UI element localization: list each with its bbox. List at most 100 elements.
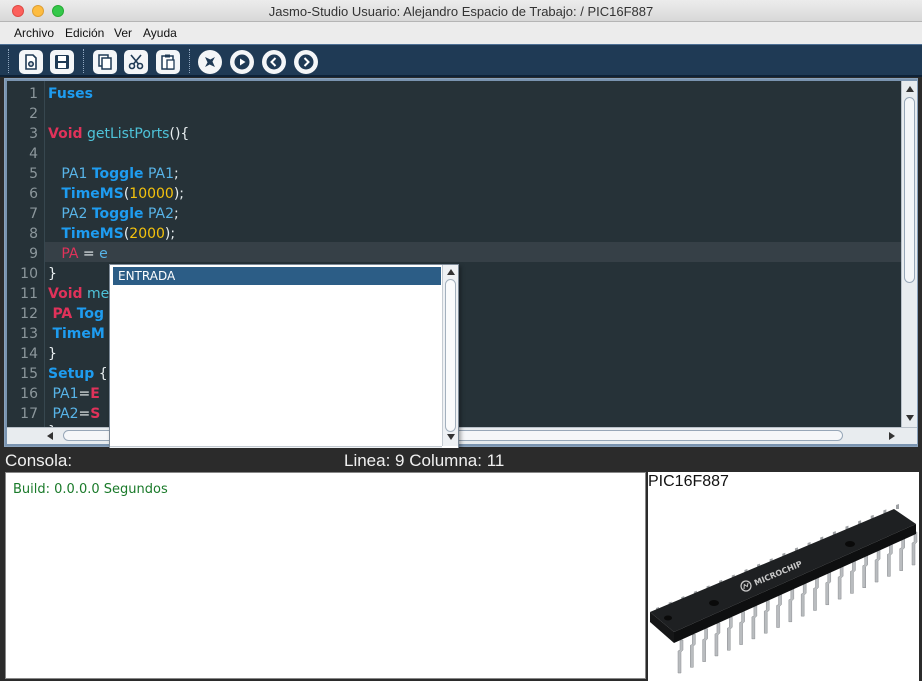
line-number: 17 — [20, 406, 38, 422]
scroll-right-icon[interactable] — [889, 432, 895, 440]
menu-archivo[interactable]: Archivo — [14, 26, 54, 40]
chip-pin — [739, 611, 745, 645]
chip-pin1-notch — [664, 615, 672, 621]
line-number: 3 — [29, 126, 38, 142]
run-icon — [234, 54, 250, 70]
identifier: PA1 — [52, 386, 79, 402]
keyword: TimeM — [52, 326, 105, 342]
chip-pin — [690, 634, 696, 668]
code-line-7[interactable]: PA2 Toggle PA2; — [48, 204, 179, 224]
identifier: PA2 — [147, 206, 174, 222]
number-literal: 2000 — [129, 226, 165, 242]
chip-dimple — [709, 600, 719, 606]
code-line-1[interactable]: Fuses — [48, 84, 93, 104]
chip-pin — [800, 582, 807, 617]
code-line-11[interactable]: Void me — [48, 284, 109, 304]
line-number: 2 — [29, 106, 38, 122]
keyword: Void — [48, 286, 83, 302]
punctuation: } — [48, 346, 57, 362]
toolbar-separator — [189, 49, 190, 73]
identifier: PA2 — [61, 206, 88, 222]
code-line-9[interactable]: PA = e — [48, 244, 107, 264]
autocomplete-item-selected[interactable]: ENTRADA — [113, 267, 441, 285]
number-literal: 10000 — [129, 186, 174, 202]
autocomplete-vertical-scrollbar[interactable] — [442, 265, 458, 446]
line-number: 9 — [29, 246, 38, 262]
keyword: Void — [48, 126, 83, 142]
chip-pin — [702, 628, 708, 662]
chip-side — [674, 524, 916, 643]
new-file-button[interactable] — [19, 50, 43, 74]
editor-vertical-scrollbar[interactable] — [901, 81, 917, 427]
run-button[interactable] — [230, 50, 254, 74]
code-line-8[interactable]: TimeMS(2000); — [48, 224, 175, 244]
menu-bar: Archivo Edición Ver Ayuda — [0, 22, 922, 44]
chip-pin — [899, 537, 905, 571]
new-file-icon — [25, 54, 37, 70]
chip-pin — [727, 617, 733, 651]
chip-pin — [850, 560, 856, 594]
menu-ayuda[interactable]: Ayuda — [143, 26, 177, 40]
chip-pin — [874, 548, 881, 583]
keyword: TimeMS — [61, 186, 124, 202]
code-line-14[interactable]: } — [48, 344, 57, 364]
scroll-up-icon[interactable] — [906, 86, 914, 92]
console-output: Build: 0.0.0.0 Segundos — [13, 482, 168, 497]
code-line-17[interactable]: PA2=S — [48, 404, 100, 424]
scrollbar-thumb[interactable] — [904, 97, 915, 283]
line-number: 10 — [20, 266, 38, 282]
menu-edicion[interactable]: Edición — [65, 26, 104, 40]
scroll-left-icon[interactable] — [47, 432, 53, 440]
forward-button[interactable] — [294, 50, 318, 74]
operator: = — [78, 246, 100, 262]
keyword: TimeMS — [61, 226, 124, 242]
scroll-down-icon[interactable] — [447, 434, 455, 440]
compile-button[interactable] — [198, 50, 222, 74]
console-panel[interactable]: Build: 0.0.0.0 Segundos — [5, 472, 646, 679]
save-button[interactable] — [50, 50, 74, 74]
chip-pin — [911, 531, 918, 566]
chip-pin — [862, 554, 868, 588]
punctuation: ; — [173, 206, 179, 222]
scroll-up-icon[interactable] — [447, 269, 455, 275]
chip-pin — [714, 622, 721, 657]
chip-pin — [896, 504, 899, 509]
keyword: Toggle — [91, 166, 144, 182]
paste-button[interactable] — [156, 50, 180, 74]
scroll-down-icon[interactable] — [906, 415, 914, 421]
cursor-position: Linea: 9 Columna: 11 — [344, 451, 505, 470]
chip-pin — [813, 577, 819, 611]
line-number: 11 — [20, 286, 38, 302]
menu-ver[interactable]: Ver — [114, 26, 132, 40]
back-button[interactable] — [262, 50, 286, 74]
keyword: Toggle — [91, 206, 144, 222]
line-number: 5 — [29, 166, 38, 182]
autocomplete-popup: ENTRADA — [109, 264, 459, 461]
toolbar-grip[interactable] — [8, 49, 11, 73]
chip-pin — [776, 594, 782, 628]
code-line-12[interactable]: PA Tog — [48, 304, 104, 324]
code-line-3[interactable]: Void getListPorts(){ — [48, 124, 189, 144]
code-line-5[interactable]: PA1 Toggle PA1; — [48, 164, 178, 184]
identifier: S — [90, 406, 101, 422]
chip-title: PIC16F887 — [648, 473, 729, 490]
chip-pin — [677, 639, 684, 674]
current-line-highlight — [45, 242, 901, 262]
code-line-13[interactable]: TimeM — [48, 324, 105, 344]
window-title: Jasmo-Studio Usuario: Alejandro Espacio … — [268, 4, 654, 19]
keyword: Fuses — [48, 86, 93, 102]
code-line-10[interactable]: } — [48, 264, 57, 284]
identifier: PA1 — [147, 166, 174, 182]
code-line-15[interactable]: Setup { — [48, 364, 108, 384]
code-line-16[interactable]: PA1=E — [48, 384, 99, 404]
identifier: PA — [61, 246, 79, 262]
scrollbar-thumb[interactable] — [445, 279, 456, 432]
chip-pin — [763, 599, 770, 634]
function-name: me — [86, 286, 110, 302]
copy-button[interactable] — [93, 50, 117, 74]
console-label: Consola: — [5, 451, 73, 470]
punctuation: { — [94, 366, 108, 382]
cut-button[interactable] — [124, 50, 148, 74]
identifier: PA — [52, 306, 73, 322]
code-line-6[interactable]: TimeMS(10000); — [48, 184, 184, 204]
